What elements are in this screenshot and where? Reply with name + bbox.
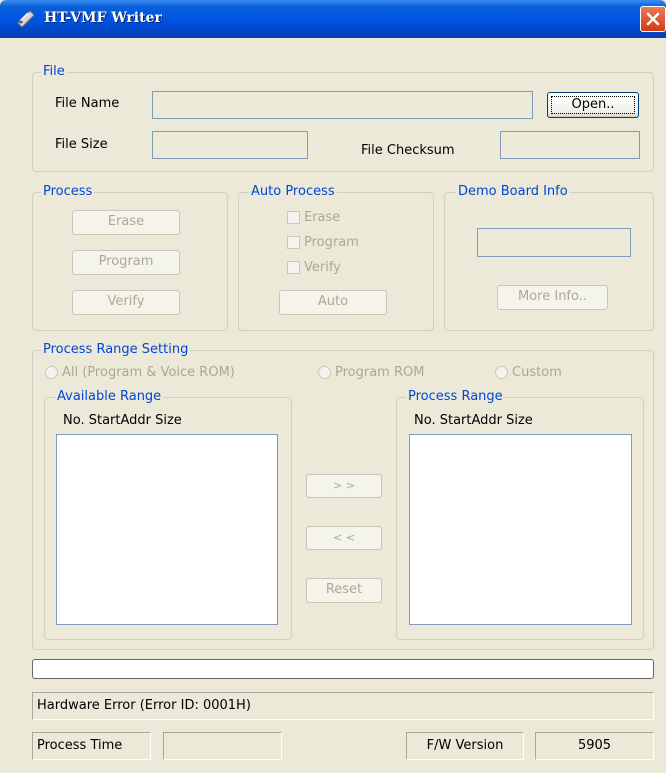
process-time-value [163, 732, 282, 760]
radio-custom[interactable] [495, 366, 508, 379]
radio-custom-label: Custom [512, 365, 562, 380]
auto-erase-checkbox[interactable] [287, 211, 300, 224]
app-window: HT-VMF Writer File File Name Open.. File… [0, 0, 666, 773]
auto-process-group-label: Auto Process [249, 184, 337, 200]
erase-button[interactable]: Erase [72, 210, 180, 235]
more-info-button[interactable]: More Info.. [497, 285, 608, 310]
process-range-label: Process Range [406, 389, 505, 405]
program-button[interactable]: Program [72, 250, 180, 275]
auto-program-label: Program [304, 235, 359, 250]
file-name-field[interactable] [152, 91, 533, 119]
open-button[interactable]: Open.. [547, 92, 639, 118]
reset-range-button[interactable]: Reset [306, 578, 382, 603]
auto-program-checkbox-row[interactable]: Program [287, 235, 359, 253]
file-checksum-field[interactable] [500, 131, 640, 159]
auto-verify-checkbox[interactable] [287, 261, 300, 274]
fw-version-value: 5905 [535, 732, 654, 760]
process-time-label: Process Time [32, 732, 151, 760]
window-title: HT-VMF Writer [44, 10, 162, 26]
auto-button[interactable]: Auto [279, 290, 387, 315]
title-bar[interactable]: HT-VMF Writer [0, 0, 666, 38]
close-icon [646, 12, 660, 26]
add-range-button[interactable]: > > [306, 474, 382, 498]
demo-board-info-field[interactable] [477, 228, 631, 257]
radio-program-rom[interactable] [318, 366, 331, 379]
radio-all[interactable] [45, 366, 58, 379]
radio-custom-row[interactable]: Custom [495, 365, 562, 383]
auto-erase-checkbox-row[interactable]: Erase [287, 210, 340, 228]
verify-button[interactable]: Verify [72, 290, 180, 315]
available-range-list[interactable] [56, 434, 278, 625]
process-range-list[interactable] [409, 434, 632, 625]
close-button[interactable] [640, 6, 666, 32]
radio-all-label: All (Program & Voice ROM) [62, 365, 235, 380]
radio-all-row[interactable]: All (Program & Voice ROM) [45, 365, 235, 383]
file-size-field[interactable] [152, 131, 308, 159]
available-range-label: Available Range [55, 389, 164, 405]
file-name-label: File Name [55, 96, 120, 111]
available-range-header: No. StartAddr Size [63, 413, 182, 428]
fw-version-label: F/W Version [406, 732, 524, 760]
radio-program-rom-row[interactable]: Program ROM [318, 365, 424, 383]
file-group-label: File [41, 64, 67, 80]
radio-program-rom-label: Program ROM [335, 365, 425, 380]
auto-verify-label: Verify [304, 260, 341, 275]
writer-app-icon [16, 9, 36, 28]
demo-board-group-label: Demo Board Info [456, 184, 570, 200]
remove-range-button[interactable]: < < [306, 526, 382, 550]
auto-verify-checkbox-row[interactable]: Verify [287, 260, 341, 278]
progress-bar [32, 659, 654, 679]
auto-erase-label: Erase [304, 210, 341, 225]
process-range-header: No. StartAddr Size [414, 413, 533, 428]
file-checksum-label: File Checksum [361, 143, 455, 158]
file-size-label: File Size [55, 137, 108, 152]
process-range-setting-label: Process Range Setting [41, 342, 191, 358]
process-group-label: Process [41, 184, 95, 200]
demo-board-group: Demo Board Info [444, 184, 654, 331]
auto-program-checkbox[interactable] [287, 236, 300, 249]
status-message: Hardware Error (Error ID: 0001H) [32, 692, 654, 720]
